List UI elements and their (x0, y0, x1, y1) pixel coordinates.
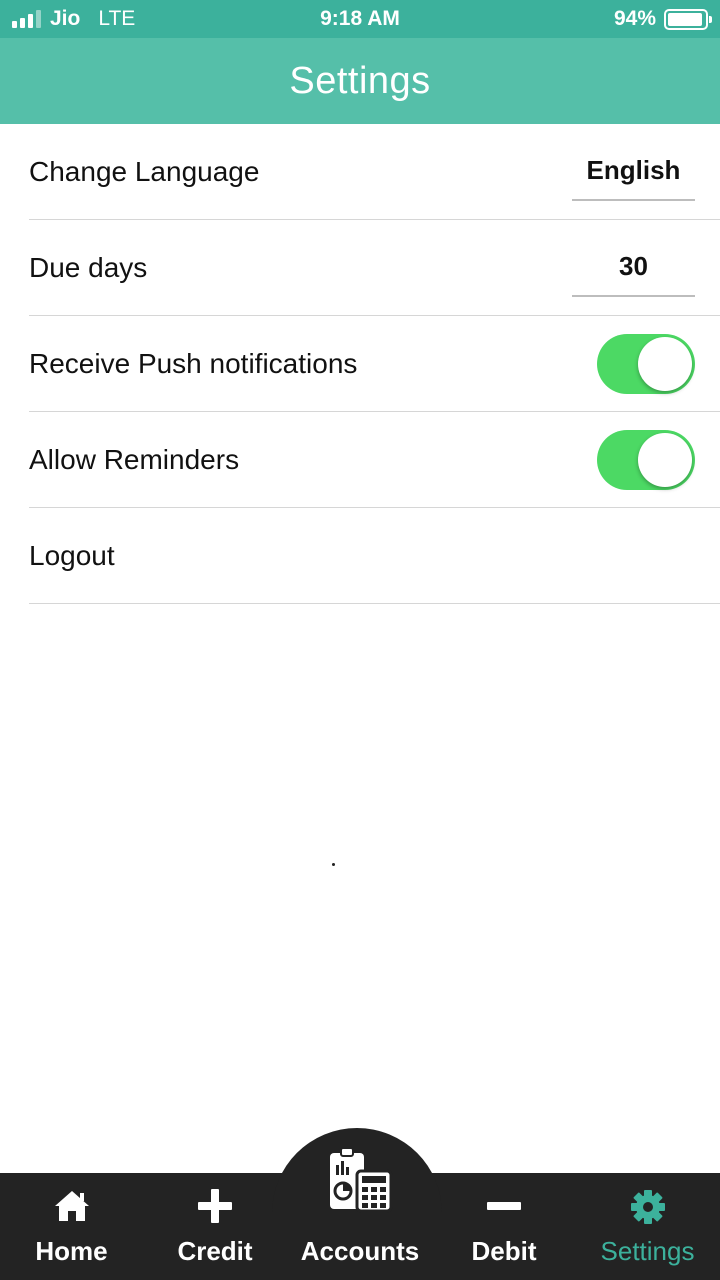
reminders-toggle[interactable] (597, 430, 695, 490)
due-days-input[interactable]: 30 (572, 246, 695, 297)
push-notifications-label: Receive Push notifications (29, 348, 358, 379)
header-bar: Settings (0, 38, 720, 124)
status-bar: Jio LTE 9:18 AM 94% (0, 0, 720, 38)
tab-accounts-label: Accounts (300, 1236, 420, 1266)
setting-row-language: Change Language English (29, 124, 720, 220)
toggle-knob (638, 433, 692, 487)
tab-home-label: Home (35, 1236, 108, 1266)
toggle-knob (638, 337, 692, 391)
logout-row[interactable]: Logout (29, 508, 720, 604)
battery-icon (664, 8, 712, 30)
tab-accounts[interactable]: Accounts (287, 1147, 433, 1280)
accounts-calculator-icon (330, 1147, 393, 1213)
page-title: Settings (289, 59, 431, 102)
gear-icon (630, 1190, 665, 1224)
tab-settings[interactable]: Settings (575, 1173, 720, 1280)
tab-settings-label: Settings (600, 1236, 695, 1266)
settings-list: Change Language English Due days 30 Rece… (0, 124, 720, 604)
status-right: 94% (613, 7, 712, 31)
setting-row-reminders: Allow Reminders (29, 412, 720, 508)
setting-row-due-days: Due days 30 (29, 220, 720, 316)
tab-home[interactable]: Home (0, 1173, 143, 1280)
stray-dot (332, 863, 335, 866)
battery-percentage: 94% (613, 7, 656, 30)
language-label: Change Language (29, 156, 260, 187)
plus-icon (198, 1189, 232, 1223)
setting-row-push: Receive Push notifications (29, 316, 720, 412)
status-time: 9:18 AM (320, 7, 400, 30)
logout-label[interactable]: Logout (29, 508, 115, 604)
language-select[interactable]: English (572, 150, 695, 201)
due-days-label: Due days (29, 252, 148, 283)
home-icon (54, 1191, 89, 1221)
minus-icon (487, 1202, 521, 1210)
push-notifications-toggle[interactable] (597, 334, 695, 394)
tab-credit-label: Credit (177, 1236, 253, 1266)
tab-debit-label: Debit (471, 1236, 537, 1266)
tab-credit[interactable]: Credit (143, 1173, 287, 1280)
reminders-label: Allow Reminders (29, 444, 240, 475)
tab-debit[interactable]: Debit (433, 1173, 575, 1280)
